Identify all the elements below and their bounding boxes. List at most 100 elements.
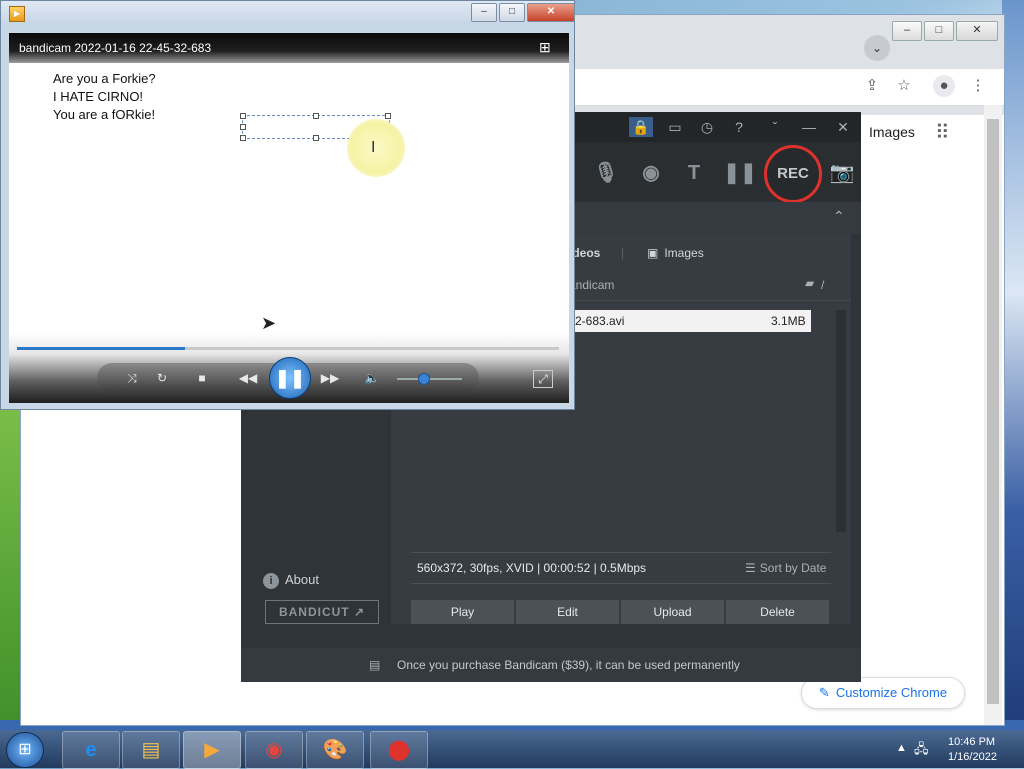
bandicam-minimize-button[interactable]: — <box>797 117 821 137</box>
selection-handle <box>240 135 246 141</box>
text-overlay-icon[interactable]: T <box>677 156 711 190</box>
bookmark-star-icon[interactable]: ☆ <box>893 75 915 97</box>
delete-button[interactable]: Delete <box>726 600 829 624</box>
tab-search-chevron-icon[interactable]: ⌄ <box>864 35 890 61</box>
network-icon[interactable]: 🖧 <box>914 740 929 762</box>
bandicam-taskbar-icon[interactable]: ⬤ <box>370 731 428 769</box>
video-text-line-2: I HATE CIRNO! <box>53 89 144 104</box>
folder-icon[interactable]: ▭ <box>663 117 687 137</box>
switch-to-library-icon[interactable]: ⊞ <box>539 39 551 56</box>
lock-icon[interactable]: 🔒 <box>629 117 653 137</box>
images-link[interactable]: Images <box>869 124 915 140</box>
file-name: 2-683.avi <box>575 314 625 328</box>
about-label: About <box>285 572 319 587</box>
tab-images[interactable]: ▣ Images <box>647 246 704 260</box>
pencil-icon: ✎ <box>818 685 830 700</box>
purchase-notice: Once you purchase Bandicam ($39), it can… <box>397 658 740 672</box>
clock-time[interactable]: 10:46 PM <box>948 736 995 748</box>
cursor-effect-icon[interactable]: ◉ <box>634 156 668 190</box>
media-player-window: ▶ – □ ✕ bandicam 2022-01-16 22-45-32-683… <box>0 0 575 410</box>
message-icon: ▤ <box>369 658 381 672</box>
profile-avatar-icon[interactable]: ● <box>933 75 955 97</box>
system-tray: ▲ 🖧 10:46 PM 1/16/2022 <box>890 732 1024 766</box>
chrome-menu-icon[interactable]: ⋮ <box>967 75 989 97</box>
seek-bar[interactable] <box>17 347 559 350</box>
clock-date[interactable]: 1/16/2022 <box>948 751 997 763</box>
chrome-scrollbar[interactable] <box>984 105 1002 725</box>
share-icon[interactable]: ⇪ <box>861 75 883 97</box>
fullscreen-icon[interactable]: ⤢ <box>533 370 553 388</box>
file-action-buttons: Play Edit Upload Delete <box>411 600 829 624</box>
tab-images-label: Images <box>664 246 704 260</box>
file-explorer-icon[interactable]: ▤ <box>122 731 180 769</box>
text-cursor-icon: I <box>371 139 376 156</box>
paint-icon[interactable]: 🎨 <box>306 731 364 769</box>
collapse-icon[interactable]: ˇ <box>763 117 787 137</box>
image-icon: ▣ <box>647 246 659 260</box>
chevron-up-icon[interactable]: ⌃ <box>833 208 845 225</box>
chrome-minimize-button[interactable]: – <box>892 21 922 41</box>
mouse-pointer-icon: ➤ <box>261 313 277 333</box>
wallpaper-edge <box>1002 0 1024 730</box>
repeat-icon[interactable]: ↻ <box>153 370 171 386</box>
video-title: bandicam 2022-01-16 22-45-32-683 <box>19 41 212 55</box>
player-minimize-button[interactable]: – <box>471 3 497 22</box>
output-path-suffix: / <box>821 278 825 292</box>
chrome-maximize-button[interactable]: □ <box>924 21 954 41</box>
chrome-taskbar-icon[interactable]: ◉ <box>245 731 303 769</box>
media-player-app-icon: ▶ <box>9 6 25 22</box>
selection-handle <box>240 113 246 119</box>
seek-progress <box>17 347 186 350</box>
bandicut-button[interactable]: BANDICUT ↗ <box>265 600 379 624</box>
rec-button[interactable]: REC <box>764 145 822 203</box>
camera-icon[interactable]: 📷 <box>825 156 859 190</box>
upload-button[interactable]: Upload <box>621 600 724 624</box>
volume-icon[interactable]: 🔈 <box>363 370 381 386</box>
cursor-highlight <box>347 119 405 177</box>
volume-knob[interactable] <box>418 373 430 385</box>
open-folder-icon[interactable]: ▰ <box>805 276 814 290</box>
player-controls: ⤨ ↻ ■ ◀◀ ❚❚ ▶▶ 🔈 ⤢ <box>9 333 569 403</box>
previous-icon[interactable]: ◀◀ <box>237 370 259 386</box>
play-button[interactable]: Play <box>411 600 514 624</box>
volume-slider[interactable] <box>397 373 462 385</box>
internet-explorer-icon[interactable]: e <box>62 731 120 769</box>
edit-button[interactable]: Edit <box>516 600 619 624</box>
media-player-titlebar: ▶ – □ ✕ <box>1 1 575 25</box>
stop-icon[interactable]: ■ <box>193 370 211 386</box>
tab-divider: | <box>621 246 625 260</box>
file-list-scrollbar[interactable] <box>836 310 846 532</box>
help-icon[interactable]: ? <box>727 117 751 137</box>
media-player-taskbar-icon[interactable]: ▶ <box>183 731 241 769</box>
video-header: bandicam 2022-01-16 22-45-32-683 ⊞ <box>9 33 569 63</box>
shuffle-icon[interactable]: ⤨ <box>123 370 141 386</box>
selection-handle <box>313 113 319 119</box>
sidebar-item-about[interactable]: i About <box>263 572 319 589</box>
pause-icon[interactable]: ❚❚ <box>723 156 757 190</box>
video-text-line-1: Are you a Forkie? <box>53 71 156 86</box>
chrome-close-button[interactable]: ✕ <box>956 21 998 41</box>
output-path: andicam <box>569 278 615 292</box>
start-button[interactable]: ⊞ <box>6 732 44 768</box>
sort-label: Sort by Date <box>759 561 827 575</box>
video-area[interactable]: bandicam 2022-01-16 22-45-32-683 ⊞ Are y… <box>9 33 569 403</box>
file-info-bar: 560x372, 30fps, XVID | 00:00:52 | 0.5Mbp… <box>411 552 831 584</box>
file-size: 3.1MB <box>771 314 806 328</box>
player-close-button[interactable]: ✕ <box>527 3 575 22</box>
media-player-window-controls: – □ ✕ <box>471 3 575 22</box>
clock-icon[interactable]: ◷ <box>695 117 719 137</box>
bandicam-close-button[interactable]: ✕ <box>831 117 855 137</box>
player-maximize-button[interactable]: □ <box>499 3 525 22</box>
selection-handle <box>313 135 319 141</box>
next-icon[interactable]: ▶▶ <box>319 370 341 386</box>
customize-chrome-label: Customize Chrome <box>835 685 948 700</box>
selection-handle <box>385 113 391 119</box>
scrollbar-thumb[interactable] <box>987 119 999 704</box>
show-hidden-icons-icon[interactable]: ▲ <box>896 742 907 754</box>
file-info: 560x372, 30fps, XVID | 00:00:52 | 0.5Mbp… <box>417 561 647 575</box>
pause-button[interactable]: ❚❚ <box>269 357 311 399</box>
sort-by-date[interactable]: ☰ Sort by Date <box>745 561 826 575</box>
microphone-icon[interactable]: 🎙 <box>589 156 623 190</box>
video-text-line-3: You are a fORkie! <box>53 107 156 122</box>
google-apps-icon[interactable]: ⠿ <box>935 122 957 144</box>
